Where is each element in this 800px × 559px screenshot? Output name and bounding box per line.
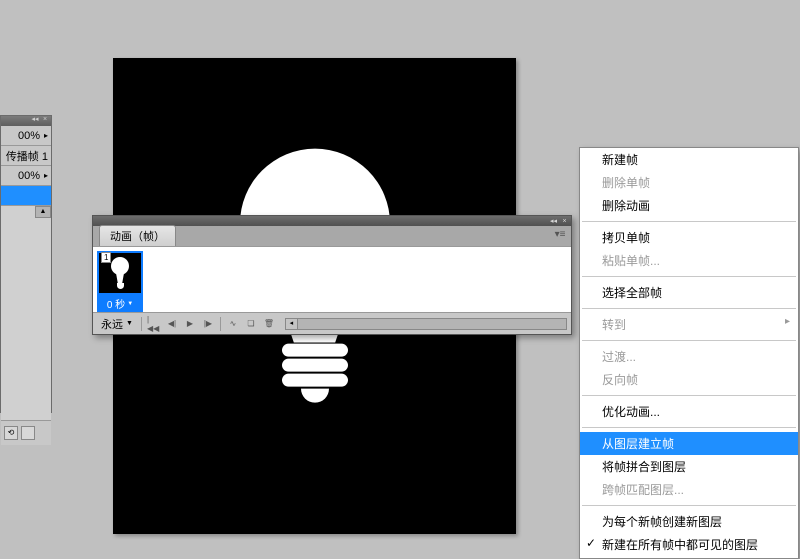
- left-panel-footer: ⟲: [1, 421, 51, 445]
- menu-item-label: 将帧拼合到图层: [602, 460, 686, 474]
- menu-item[interactable]: 从图层建立帧: [580, 432, 798, 455]
- panel-menu-icon[interactable]: ▾≡: [553, 229, 567, 241]
- frame-delay-label: 0 秒: [107, 296, 125, 311]
- menu-item-label: 选择全部帧: [602, 286, 662, 300]
- loop-dropdown-icon: ▼: [126, 320, 133, 327]
- menu-item[interactable]: 优化动画...: [580, 400, 798, 423]
- animation-footer: 永远 ▼ |◀◀ ◀| ▶ |▶ ∿ ❏ 🗑 ◂: [93, 312, 571, 334]
- left-panel-row-1[interactable]: 00% ▸: [1, 126, 51, 146]
- menu-item[interactable]: 新建帧: [580, 148, 798, 171]
- next-frame-button[interactable]: |▶: [200, 317, 216, 331]
- separator: [220, 317, 221, 331]
- menu-item: 删除单帧: [580, 171, 798, 194]
- fill-flyout-icon[interactable]: ▸: [44, 171, 48, 180]
- menu-item-label: 转到: [602, 318, 626, 332]
- frame-delay-button[interactable]: 0 秒 ▼: [97, 295, 143, 312]
- menu-separator: [582, 340, 796, 341]
- frames-scrollbar[interactable]: ◂: [285, 318, 567, 330]
- menu-item[interactable]: ✓ 新建在所有帧中都可见的图层: [580, 533, 798, 556]
- play-button[interactable]: ▶: [182, 317, 198, 331]
- panel-close-icon[interactable]: ×: [41, 117, 49, 125]
- separator: [141, 317, 142, 331]
- menu-item-label: 新建帧: [602, 153, 638, 167]
- panel-collapse-icon[interactable]: ◂◂: [31, 117, 39, 125]
- left-panel: ◂◂ × 00% ▸ 传播帧 1 00% ▸ ▲ ⟲: [0, 115, 52, 413]
- menu-separator: [582, 221, 796, 222]
- animation-frames-area[interactable]: 1 0 秒 ▼: [93, 246, 571, 312]
- menu-item[interactable]: 拷贝单帧: [580, 226, 798, 249]
- propagate-frame-label: 传播帧 1: [6, 148, 48, 164]
- loop-options-button[interactable]: 永远 ▼: [97, 315, 137, 333]
- menu-item-label: 删除动画: [602, 199, 650, 213]
- animation-panel: ◂◂ × 动画（帧） ▾≡ 1 0 秒 ▼ 永远 ▼ |◀◀ ◀: [92, 215, 572, 335]
- frame-delay-dropdown-icon: ▼: [127, 301, 133, 307]
- panel-collapse-icon[interactable]: ◂◂: [549, 218, 558, 225]
- menu-item-label: 优化动画...: [602, 405, 660, 419]
- opacity-value: 00%: [18, 130, 40, 142]
- delete-frame-button[interactable]: 🗑: [261, 317, 277, 331]
- menu-item-label: 新建在所有帧中都可见的图层: [602, 538, 758, 552]
- menu-item[interactable]: 将帧拼合到图层: [580, 455, 798, 478]
- menu-separator: [582, 308, 796, 309]
- panel-close-icon[interactable]: ×: [560, 218, 569, 225]
- fx-icon[interactable]: [21, 426, 35, 440]
- animation-tabbar: 动画（帧） ▾≡: [93, 226, 571, 246]
- menu-item: 反向帧: [580, 368, 798, 391]
- menu-item: 粘贴单帧...: [580, 249, 798, 272]
- menu-item-label: 反向帧: [602, 373, 638, 387]
- tab-animation-label: 动画（帧）: [110, 231, 165, 243]
- opacity-flyout-icon[interactable]: ▸: [44, 131, 48, 140]
- menu-item: 跨帧匹配图层...: [580, 478, 798, 501]
- menu-item-label: 删除单帧: [602, 176, 650, 190]
- frame-number-label: 1: [101, 252, 111, 263]
- duplicate-frame-button[interactable]: ❏: [243, 317, 259, 331]
- left-panel-header[interactable]: ◂◂ ×: [1, 116, 51, 126]
- menu-item[interactable]: 选择全部帧: [580, 281, 798, 304]
- menu-separator: [582, 505, 796, 506]
- menu-item[interactable]: 删除动画: [580, 194, 798, 217]
- prev-frame-button[interactable]: ◀|: [164, 317, 180, 331]
- fill-value: 00%: [18, 170, 40, 182]
- loop-label: 永远: [101, 316, 123, 332]
- left-panel-body: ▲: [1, 206, 51, 421]
- menu-item: 转到: [580, 313, 798, 336]
- menu-separator: [582, 427, 796, 428]
- menu-item[interactable]: 为每个新帧创建新图层: [580, 510, 798, 533]
- left-panel-row-3[interactable]: 00% ▸: [1, 166, 51, 186]
- menu-item: 过渡...: [580, 345, 798, 368]
- frame-thumb-1[interactable]: 1 0 秒 ▼: [97, 251, 143, 312]
- scroll-left-icon[interactable]: ◂: [286, 319, 298, 329]
- menu-item-label: 从图层建立帧: [602, 437, 674, 451]
- left-panel-row-selected[interactable]: [1, 186, 51, 206]
- menu-item-label: 粘贴单帧...: [602, 254, 660, 268]
- scroll-up-icon[interactable]: ▲: [35, 206, 51, 218]
- tab-animation-frames[interactable]: 动画（帧）: [99, 225, 176, 246]
- menu-item-label: 跨帧匹配图层...: [602, 483, 684, 497]
- menu-item-label: 拷贝单帧: [602, 231, 650, 245]
- left-panel-row-2[interactable]: 传播帧 1: [1, 146, 51, 166]
- menu-separator: [582, 276, 796, 277]
- menu-item-label: 过渡...: [602, 350, 636, 364]
- check-icon: ✓: [586, 536, 596, 550]
- menu-item-label: 为每个新帧创建新图层: [602, 515, 722, 529]
- frame-thumbnail-icon: [111, 257, 129, 291]
- link-icon[interactable]: ⟲: [4, 426, 18, 440]
- first-frame-button[interactable]: |◀◀: [146, 317, 162, 331]
- panel-context-menu: 新建帧删除单帧删除动画拷贝单帧粘贴单帧... 选择全部帧转到过渡... 反向帧优化动…: [579, 147, 799, 559]
- menu-separator: [582, 395, 796, 396]
- tween-button[interactable]: ∿: [225, 317, 241, 331]
